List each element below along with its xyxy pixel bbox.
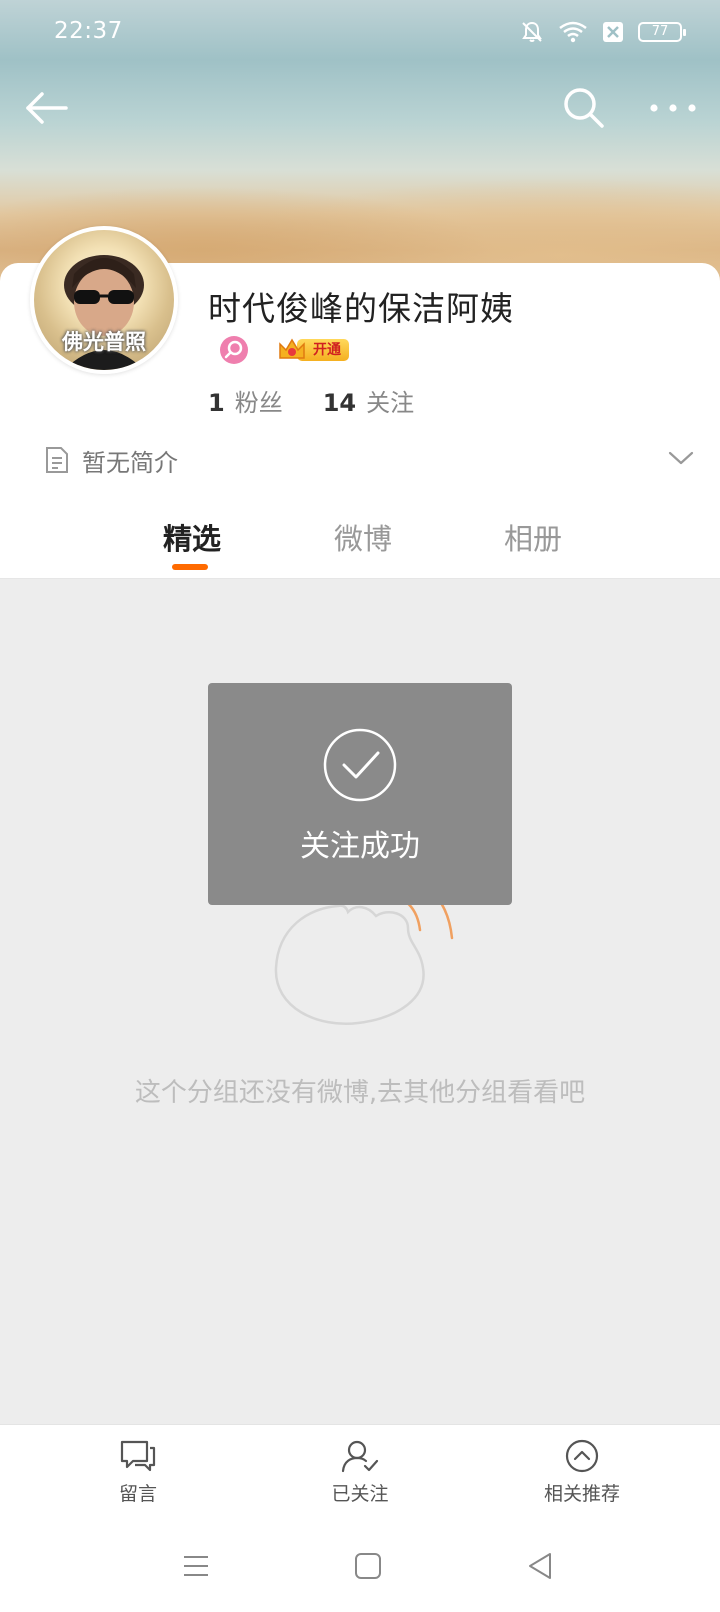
gender-badge [220,336,248,364]
bio-text: 暂无简介 [82,448,178,477]
sim-icon [603,22,623,42]
related-recommend-label: 相关推荐 [543,1483,620,1505]
followed-label: 已关注 [331,1483,389,1505]
following-stat[interactable]: 14 关注 [323,383,414,418]
fans-stat[interactable]: 1 粉丝 [208,383,283,418]
message-icon [120,1440,156,1472]
vip-open-badge[interactable]: 开通 [277,336,351,362]
tab-featured[interactable]: 精选 [142,516,242,558]
document-icon [46,447,68,473]
chevron-down-icon[interactable] [668,448,694,468]
profile-username: 时代俊峰的保洁阿姨 [208,289,514,328]
toast: 关注成功 [208,683,512,905]
status-bar: 22:37 77 [0,0,720,64]
avatar[interactable]: 佛光普照 [30,226,178,374]
chevron-up-circle-icon [565,1439,599,1473]
wifi-icon [559,21,587,43]
search-icon[interactable] [560,84,608,132]
back-triangle-icon[interactable] [524,1550,556,1582]
female-icon [224,340,243,359]
more-options-icon[interactable] [646,84,700,132]
related-recommend-button[interactable]: 相关推荐 [512,1439,652,1506]
following-label: 关注 [366,389,415,417]
empty-state-message: 这个分组还没有微博,去其他分组看看吧 [134,1078,586,1108]
tab-active-indicator [172,564,208,570]
status-icons: 77 [520,20,686,44]
following-count: 14 [322,389,357,417]
message-label: 留言 [118,1483,157,1505]
battery-indicator: 77 [638,22,686,42]
profile-stats: 1 粉丝 14 关注 [208,383,414,418]
toast-message: 关注成功 [300,829,420,864]
bio-row[interactable]: 暂无简介 [44,440,696,480]
status-time: 22:37 [54,18,123,44]
tab-weibo[interactable]: 微博 [313,516,413,558]
back-arrow-icon[interactable] [22,84,70,132]
fans-label: 粉丝 [234,389,283,417]
home-icon[interactable] [352,1550,384,1582]
menu-icon[interactable] [180,1550,212,1582]
followed-button[interactable]: 已关注 [290,1439,430,1506]
profile-tabs: 精选 微博 相册 [0,508,720,579]
tab-album[interactable]: 相册 [483,516,583,558]
check-circle-icon [323,728,397,802]
user-followed-icon [341,1440,379,1473]
top-nav [0,80,720,136]
mute-bell-icon [522,21,542,42]
bottom-action-bar: 留言 已关注 相关推荐 [0,1424,720,1524]
fans-count: 1 [208,389,225,417]
avatar-caption: 佛光普照 [62,330,146,354]
crown-icon [279,338,305,359]
message-button[interactable]: 留言 [68,1439,208,1506]
system-nav-bar [0,1524,720,1612]
